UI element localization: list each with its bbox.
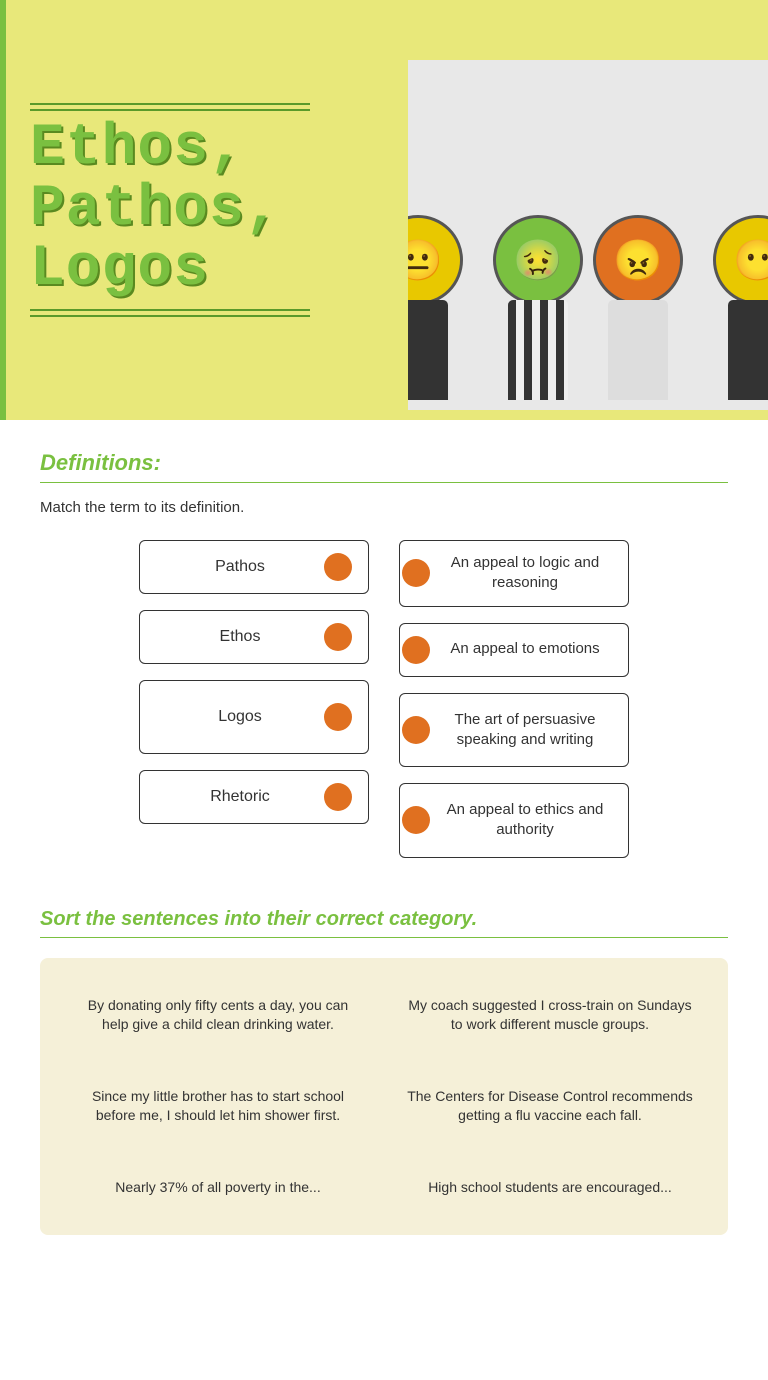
face-yellow-right: 😶	[713, 215, 768, 305]
person-right: 😶	[713, 215, 768, 400]
person-left: 😐	[408, 215, 463, 400]
logos-dot	[324, 703, 352, 731]
pathos-dot	[324, 553, 352, 581]
face-orange: 😠	[593, 215, 683, 305]
hero-title-container: Ethos, Pathos, Logos	[30, 103, 400, 318]
sort-title: Sort the sentences into their correct ca…	[40, 908, 728, 931]
definitions-column: An appeal to logic and reasoning An appe…	[399, 540, 629, 858]
hero-section: Ethos, Pathos, Logos 😐 🤢 😠	[0, 0, 768, 420]
body-right	[728, 300, 768, 400]
sort-divider	[40, 937, 728, 938]
body-left	[408, 300, 448, 400]
sort-grid: By donating only fifty cents a day, you …	[40, 958, 728, 1236]
def1-dot	[402, 559, 430, 587]
hero-title: Ethos, Pathos, Logos	[30, 119, 400, 302]
face-yellow: 😐	[408, 215, 463, 305]
hero-image: 😐 🤢 😠 😶	[408, 60, 768, 410]
def2-dot	[402, 636, 430, 664]
term-logos-label: Logos	[156, 708, 324, 726]
term-pathos[interactable]: Pathos	[139, 540, 369, 594]
def-logic[interactable]: An appeal to logic and reasoning	[399, 540, 629, 607]
definitions-title: Definitions:	[40, 450, 728, 476]
term-rhetoric-label: Rhetoric	[156, 788, 324, 806]
sort-card-3[interactable]: Since my little brother has to start sch…	[60, 1069, 376, 1144]
hero-top-lines	[30, 103, 400, 111]
sort-card-1[interactable]: By donating only fifty cents a day, you …	[60, 978, 376, 1053]
person-center-left: 🤢	[493, 215, 583, 400]
def4-dot	[402, 806, 430, 834]
definitions-divider	[40, 482, 728, 483]
accent-bar	[0, 0, 6, 420]
ethos-dot	[324, 623, 352, 651]
term-logos[interactable]: Logos	[139, 680, 369, 754]
sort-card-2[interactable]: My coach suggested I cross-train on Sund…	[392, 978, 708, 1053]
def1-text: An appeal to logic and reasoning	[438, 553, 612, 594]
def-persuasive[interactable]: The art of persuasive speaking and writi…	[399, 693, 629, 768]
terms-column: Pathos Ethos Logos Rhetoric	[139, 540, 369, 824]
main-content: Definitions: Match the term to its defin…	[0, 420, 768, 1380]
term-ethos-label: Ethos	[156, 628, 324, 646]
person-center-right: 😠	[593, 215, 683, 400]
rhetoric-dot	[324, 783, 352, 811]
definitions-section: Definitions: Match the term to its defin…	[40, 450, 728, 858]
emoji-scene: 😐 🤢 😠 😶	[408, 60, 768, 410]
match-instruction: Match the term to its definition.	[40, 499, 728, 516]
def2-text: An appeal to emotions	[438, 639, 612, 659]
body-center-right	[608, 300, 668, 400]
def-emotions[interactable]: An appeal to emotions	[399, 623, 629, 677]
term-rhetoric[interactable]: Rhetoric	[139, 770, 369, 824]
def3-text: The art of persuasive speaking and writi…	[438, 710, 612, 751]
def-ethics[interactable]: An appeal to ethics and authority	[399, 783, 629, 858]
match-container: Pathos Ethos Logos Rhetoric	[40, 540, 728, 858]
def3-dot	[402, 716, 430, 744]
hero-bottom-lines	[30, 309, 400, 317]
def4-text: An appeal to ethics and authority	[438, 800, 612, 841]
sort-card-4[interactable]: The Centers for Disease Control recommen…	[392, 1069, 708, 1144]
sort-card-5[interactable]: Nearly 37% of all poverty in the...	[60, 1160, 376, 1216]
term-ethos[interactable]: Ethos	[139, 610, 369, 664]
term-pathos-label: Pathos	[156, 558, 324, 576]
sort-card-6[interactable]: High school students are encouraged...	[392, 1160, 708, 1216]
face-green: 🤢	[493, 215, 583, 305]
body-center-left	[508, 300, 568, 400]
sort-section: Sort the sentences into their correct ca…	[40, 908, 728, 1236]
hero-left: Ethos, Pathos, Logos	[30, 0, 400, 420]
